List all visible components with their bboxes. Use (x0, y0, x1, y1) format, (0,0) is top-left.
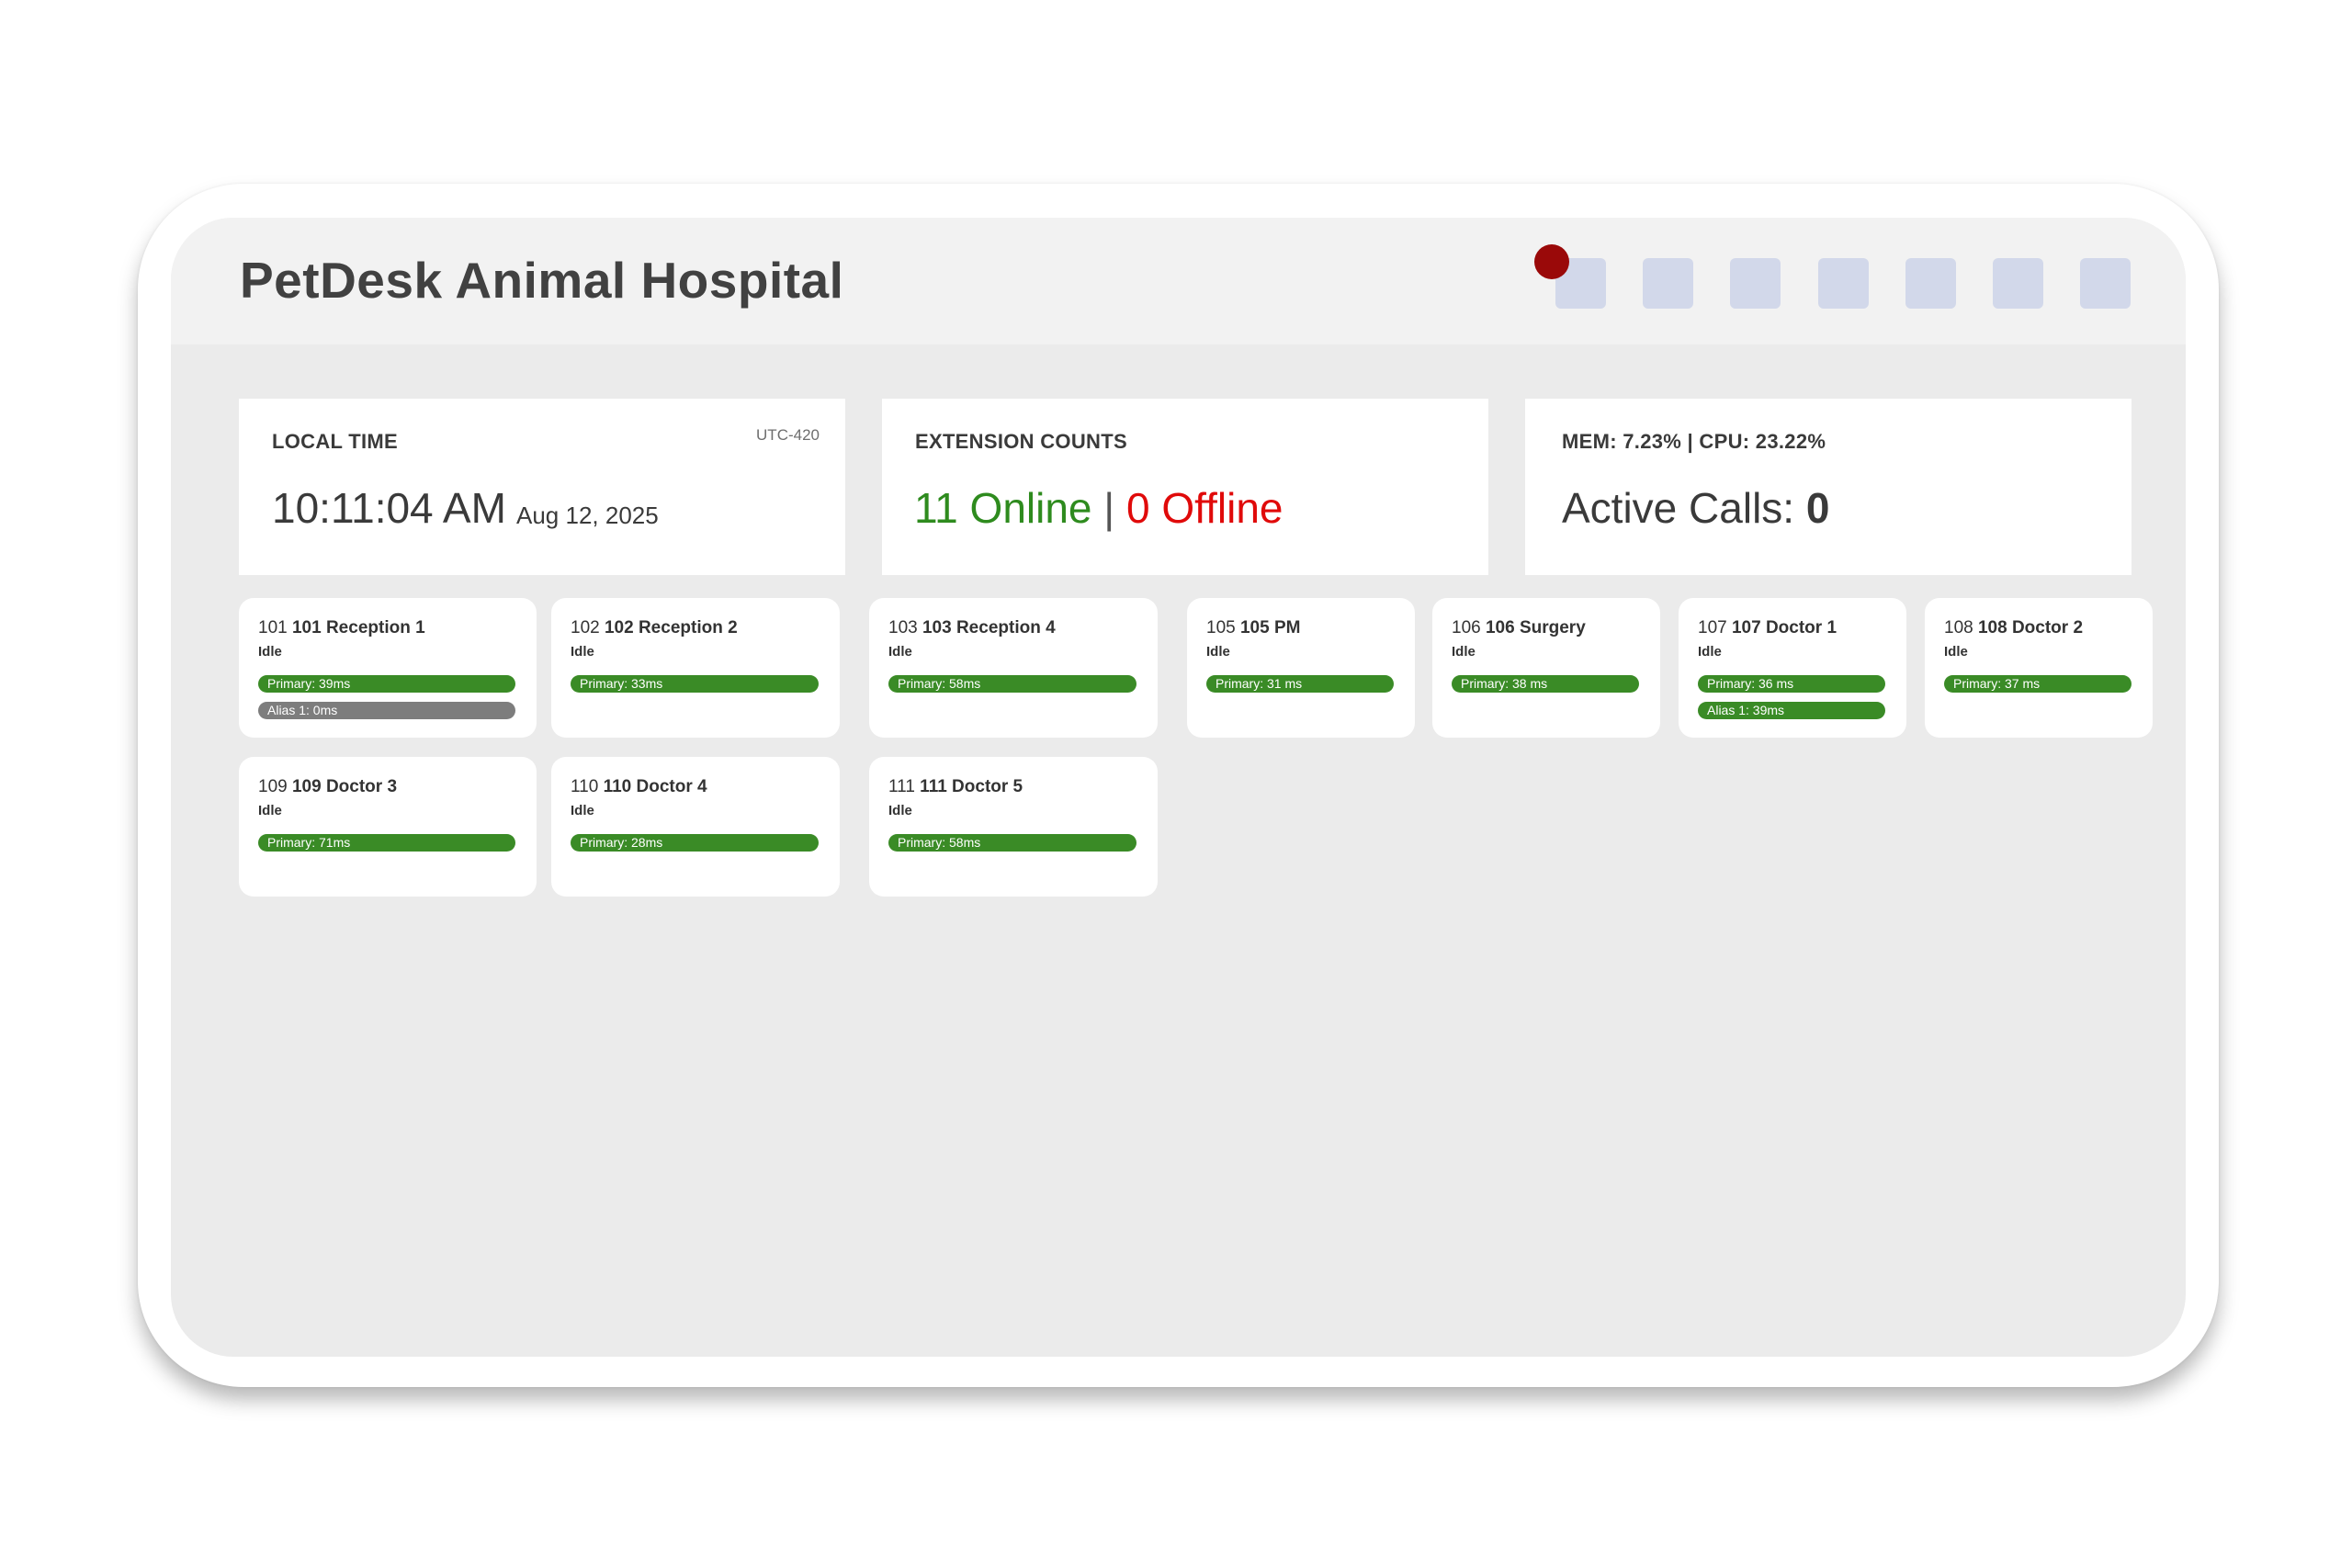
alias-latency-bar: Alias 1: 0ms (258, 702, 515, 719)
timezone-label: UTC-420 (756, 426, 820, 444)
extension-number: 105 (1206, 618, 1240, 637)
extension-number: 103 (888, 618, 922, 637)
extension-name: 106 Surgery (1485, 618, 1586, 637)
mem-cpu-label: MEM: 7.23% | CPU: 23.22% (1562, 430, 1826, 453)
toolbar-button-4[interactable] (1818, 258, 1869, 309)
extension-counts-card: EXTENSION COUNTS 11 Online | 0 Offline (882, 399, 1488, 575)
extension-status: Idle (571, 803, 594, 818)
extension-counts-value: 11 Online | 0 Offline (914, 483, 1283, 533)
extension-status: Idle (1452, 644, 1476, 660)
toolbar-button-3[interactable] (1730, 258, 1781, 309)
active-calls-value: 0 (1805, 484, 1830, 532)
extension-name: 110 Doctor 4 (603, 777, 707, 796)
extension-number: 107 (1698, 618, 1732, 637)
extension-status: Idle (888, 644, 912, 660)
recording-indicator-dot (1534, 244, 1569, 279)
extension-title: 103 103 Reception 4 (888, 618, 1056, 638)
active-calls-label: Active Calls: (1562, 484, 1795, 532)
alias-latency-bar: Alias 1: 39ms (1698, 702, 1885, 719)
dashboard-screen: PetDesk Animal Hospital LOCAL TIME UTC-4… (171, 218, 2186, 1357)
extension-name: 103 Reception 4 (922, 618, 1056, 637)
extension-title: 105 105 PM (1206, 618, 1300, 638)
extension-title: 106 106 Surgery (1452, 618, 1586, 638)
extension-name: 108 Doctor 2 (1977, 618, 2084, 637)
extension-status: Idle (888, 803, 912, 818)
primary-latency-bar: Primary: 33ms (571, 675, 819, 693)
extension-number: 109 (258, 777, 292, 796)
extension-name: 107 Doctor 1 (1731, 618, 1838, 637)
extension-number: 108 (1944, 618, 1978, 637)
primary-latency-bar: Primary: 39ms (258, 675, 515, 693)
extension-number: 106 (1452, 618, 1486, 637)
extension-number: 111 (888, 777, 921, 796)
extension-card-107[interactable]: 107 107 Doctor 1 Idle Primary: 36 ms Alias … (1679, 598, 1906, 738)
extension-number: 110 (571, 777, 604, 796)
current-date: Aug 12, 2025 (516, 502, 659, 529)
extension-card-102[interactable]: 102 102 Reception 2 Idle Primary: 33ms (551, 598, 840, 738)
primary-latency-bar: Primary: 71ms (258, 834, 515, 852)
online-count: 11 Online (914, 484, 1092, 532)
extension-name: 111 Doctor 5 (920, 777, 1023, 796)
extension-title: 109 109 Doctor 3 (258, 777, 397, 797)
extension-title: 111 111 Doctor 5 (888, 777, 1023, 797)
extension-title: 110 110 Doctor 4 (571, 777, 707, 797)
current-time: 10:11:04 AM (272, 484, 506, 532)
extension-card-103[interactable]: 103 103 Reception 4 Idle Primary: 58ms (869, 598, 1158, 738)
primary-latency-bar: Primary: 28ms (571, 834, 819, 852)
extension-card-109[interactable]: 109 109 Doctor 3 Idle Primary: 71ms (239, 757, 537, 897)
extension-status: Idle (1206, 644, 1230, 660)
primary-latency-bar: Primary: 37 ms (1944, 675, 2132, 693)
primary-latency-bar: Primary: 38 ms (1452, 675, 1639, 693)
extension-card-108[interactable]: 108 108 Doctor 2 Idle Primary: 37 ms (1925, 598, 2153, 738)
extension-card-101[interactable]: 101 101 Reception 1 Idle Primary: 39ms Alia… (239, 598, 537, 738)
header-bar: PetDesk Animal Hospital (171, 218, 2186, 344)
local-time-card: LOCAL TIME UTC-420 10:11:04 AM Aug 12, 2… (239, 399, 845, 575)
primary-latency-bar: Primary: 31 ms (1206, 675, 1394, 693)
toolbar-button-2[interactable] (1643, 258, 1693, 309)
extension-title: 107 107 Doctor 1 (1698, 618, 1837, 638)
primary-latency-bar: Primary: 36 ms (1698, 675, 1885, 693)
extension-card-106[interactable]: 106 106 Surgery Idle Primary: 38 ms (1432, 598, 1660, 738)
extension-status: Idle (258, 644, 282, 660)
extension-status: Idle (258, 803, 282, 818)
local-time-label: LOCAL TIME (272, 430, 399, 453)
extension-name: 102 Reception 2 (604, 618, 738, 637)
extension-counts-label: EXTENSION COUNTS (915, 430, 1127, 453)
page-title: PetDesk Animal Hospital (240, 252, 844, 309)
primary-latency-bar: Primary: 58ms (888, 675, 1136, 693)
count-separator: | (1103, 484, 1115, 532)
extension-title: 108 108 Doctor 2 (1944, 618, 2083, 638)
extension-name: 109 Doctor 3 (291, 777, 398, 796)
toolbar-button-6[interactable] (1993, 258, 2043, 309)
toolbar-button-5[interactable] (1905, 258, 1956, 309)
offline-count: 0 Offline (1126, 484, 1283, 532)
primary-latency-bar: Primary: 58ms (888, 834, 1136, 852)
extension-number: 101 (258, 618, 292, 637)
extension-title: 102 102 Reception 2 (571, 618, 738, 638)
active-calls: Active Calls: 0 (1562, 483, 1829, 533)
system-stats-card: MEM: 7.23% | CPU: 23.22% Active Calls: 0 (1525, 399, 2132, 575)
extension-status: Idle (571, 644, 594, 660)
extension-name: 101 Reception 1 (291, 618, 425, 637)
extension-title: 101 101 Reception 1 (258, 618, 425, 638)
extension-card-110[interactable]: 110 110 Doctor 4 Idle Primary: 28ms (551, 757, 840, 897)
extension-status: Idle (1944, 644, 1968, 660)
extension-name: 105 PM (1239, 618, 1301, 637)
extension-card-111[interactable]: 111 111 Doctor 5 Idle Primary: 58ms (869, 757, 1158, 897)
extension-card-105[interactable]: 105 105 PM Idle Primary: 31 ms (1187, 598, 1415, 738)
toolbar-button-7[interactable] (2080, 258, 2131, 309)
extension-status: Idle (1698, 644, 1722, 660)
extension-number: 102 (571, 618, 605, 637)
